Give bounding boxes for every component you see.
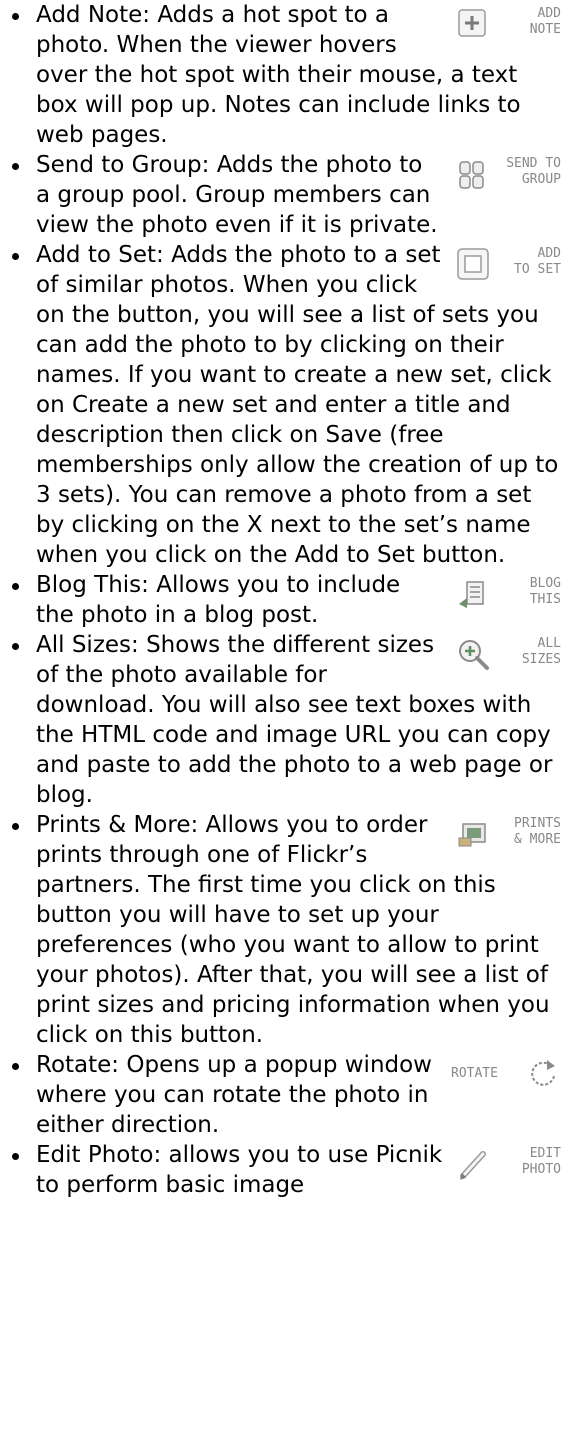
blog-this-icon: BLOG THIS	[451, 572, 561, 624]
bullet	[12, 1063, 19, 1070]
bullet	[12, 13, 19, 20]
all-sizes-icon-label: ALL SIZES	[521, 636, 561, 667]
send-to-group-icon: SEND TO GROUP	[451, 152, 561, 204]
all-sizes-icon: ALL SIZES	[451, 632, 561, 684]
list-item-add-to-set: ADD TO SET Add to Set: Adds the photo to…	[0, 240, 569, 570]
bullet	[12, 643, 19, 650]
bullet	[12, 1153, 19, 1160]
add-note-icon: ADD NOTE	[451, 2, 561, 54]
bullet	[12, 163, 19, 170]
prints-and-more-icon-label: PRINTS & MORE	[514, 816, 561, 847]
rotate-icon-label: ROTATE	[451, 1066, 498, 1081]
add-note-icon-label: ADD NOTE	[529, 6, 561, 37]
add-to-set-icon: ADD TO SET	[451, 242, 561, 294]
item-text: Edit Photo: allows you to use Picnik to …	[36, 1142, 443, 1198]
list-item-prints-and-more: PRINTS & MORE Prints & More: Allows you …	[0, 810, 569, 1050]
list-item-blog-this: BLOG THIS Blog This: Allows you to inclu…	[0, 570, 569, 630]
edit-photo-icon-label: EDIT PHOTO	[521, 1146, 561, 1177]
list-item-edit-photo: EDIT PHOTO Edit Photo: allows you to use…	[0, 1140, 569, 1200]
send-to-group-icon-label: SEND TO GROUP	[506, 156, 561, 187]
add-to-set-icon-label: ADD TO SET	[514, 246, 561, 277]
blog-this-icon-label: BLOG THIS	[529, 576, 561, 607]
bullet	[12, 253, 19, 260]
item-text: Rotate: Opens up a popup window where yo…	[36, 1052, 432, 1138]
item-text: Add Note: Adds a hot spot to a photo. Wh…	[36, 2, 521, 148]
rotate-icon: ROTATE	[451, 1052, 561, 1104]
bullet	[12, 823, 19, 830]
bullet	[12, 583, 19, 590]
item-text: Blog This: Allows you to include the pho…	[36, 572, 401, 628]
edit-photo-icon: EDIT PHOTO	[451, 1142, 561, 1194]
list-item-all-sizes: ALL SIZES All Sizes: Shows the different…	[0, 630, 569, 810]
item-text: Send to Group: Adds the photo to a group…	[36, 152, 438, 238]
list-item-send-to-group: SEND TO GROUP Send to Group: Adds the ph…	[0, 150, 569, 240]
prints-and-more-icon: PRINTS & MORE	[451, 812, 561, 864]
feature-list: ADD NOTE Add Note: Adds a hot spot to a …	[0, 0, 569, 1200]
list-item-add-note: ADD NOTE Add Note: Adds a hot spot to a …	[0, 0, 569, 150]
list-item-rotate: ROTATE Rotate: Opens up a popup window w…	[0, 1050, 569, 1140]
